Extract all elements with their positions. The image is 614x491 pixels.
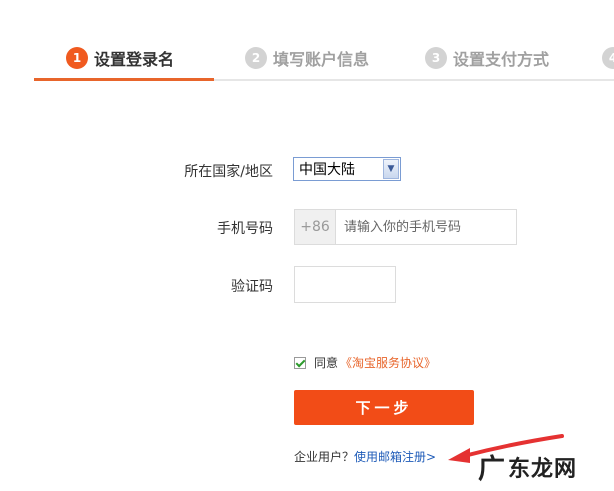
service-agreement-link[interactable]: 《淘宝服务协议》	[340, 354, 436, 371]
active-step-underline	[34, 78, 214, 81]
phone-field: +86	[294, 209, 517, 245]
step-1-label: 设置登录名	[94, 50, 175, 69]
email-signup-link[interactable]: 使用邮箱注册>	[354, 450, 436, 464]
next-step-button[interactable]: 下一步	[294, 390, 474, 425]
step-3: 3 设置支付方式	[425, 45, 549, 71]
phone-label: 手机号码	[217, 221, 273, 237]
phone-input[interactable]	[336, 210, 516, 244]
step-4-number: 4	[602, 47, 614, 69]
step-1: 1 设置登录名	[66, 45, 174, 71]
agree-checkbox[interactable]	[294, 356, 306, 369]
step-3-label: 设置支付方式	[453, 50, 550, 69]
step-indicator: 1 设置登录名 2 填写账户信息 3 设置支付方式 4	[0, 0, 614, 82]
agree-label: 同意	[314, 356, 339, 370]
watermark-mark: 广	[478, 454, 506, 485]
step-2-number: 2	[245, 47, 267, 69]
code-label: 验证码	[231, 279, 273, 295]
phone-prefix: +86	[295, 210, 336, 244]
agreement-row: 同意 《淘宝服务协议》	[294, 354, 436, 371]
verification-code-input[interactable]	[294, 266, 396, 303]
chevron-down-icon[interactable]: ▼	[383, 159, 399, 179]
enterprise-label: 企业用户？	[294, 450, 355, 464]
step-2-label: 填写账户信息	[273, 50, 370, 69]
watermark-text: 东龙网	[508, 456, 578, 482]
enterprise-signup-row: 企业用户？使用邮箱注册>	[294, 448, 436, 465]
country-label: 所在国家/地区	[184, 164, 273, 180]
step-3-number: 3	[425, 47, 447, 69]
country-select-value: 中国大陆	[299, 162, 355, 178]
watermark-logo: 广 东龙网	[478, 447, 577, 486]
country-select[interactable]: 中国大陆 ▼	[293, 157, 401, 181]
step-1-number: 1	[66, 47, 88, 69]
step-2: 2 填写账户信息	[245, 45, 369, 71]
